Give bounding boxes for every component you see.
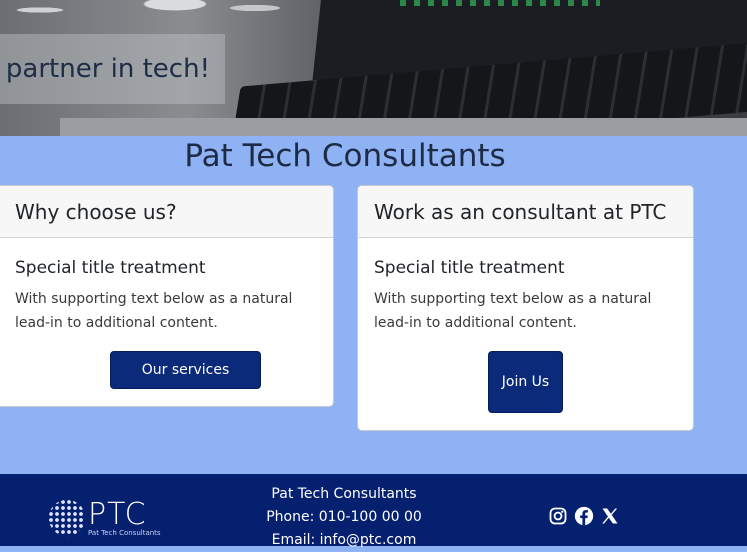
hero-tagline: Your partner in tech! <box>0 54 210 84</box>
logo-subtitle: Pat Tech Consultants <box>88 529 161 537</box>
card-header: Why choose us? <box>0 186 333 238</box>
card-why-choose-us: Why choose us? Special title treatment W… <box>0 185 334 407</box>
card-title: Special title treatment <box>374 258 565 278</box>
card-header: Work as an consultant at PTC <box>358 186 693 238</box>
footer-company-name: Pat Tech Consultants <box>271 486 417 502</box>
hero-tagline-box: Your partner in tech! <box>0 34 225 104</box>
footer-phone: Phone: 010-100 00 00 <box>266 509 422 525</box>
instagram-icon[interactable] <box>548 506 568 526</box>
card-body: Special title treatment With supporting … <box>0 238 333 405</box>
hero-banner: Your partner in tech! <box>0 0 747 136</box>
social-links <box>548 506 620 528</box>
card-text: With supporting text below as a natural … <box>374 291 652 331</box>
card-title: Special title treatment <box>15 258 206 278</box>
card-text: With supporting text below as a natural … <box>15 291 293 331</box>
ptc-logo[interactable]: PTC Pat Tech Consultants <box>48 497 168 541</box>
logo-dots-icon <box>48 499 86 537</box>
page-title: Pat Tech Consultants <box>184 138 506 174</box>
our-services-button[interactable]: Our services <box>110 351 261 389</box>
join-us-button[interactable]: Join Us <box>488 351 563 413</box>
footer-email: Email: info@ptc.com <box>271 532 417 548</box>
card-body: Special title treatment With supporting … <box>358 238 693 429</box>
x-icon[interactable] <box>600 506 620 526</box>
hero-laptop-base <box>60 118 747 136</box>
logo-text: PTC <box>88 497 147 532</box>
footer-contact: Pat Tech Consultants Phone: 010-100 00 0… <box>244 483 444 552</box>
card-work-as-consultant: Work as an consultant at PTC Special tit… <box>357 185 694 431</box>
facebook-icon[interactable] <box>574 506 594 526</box>
